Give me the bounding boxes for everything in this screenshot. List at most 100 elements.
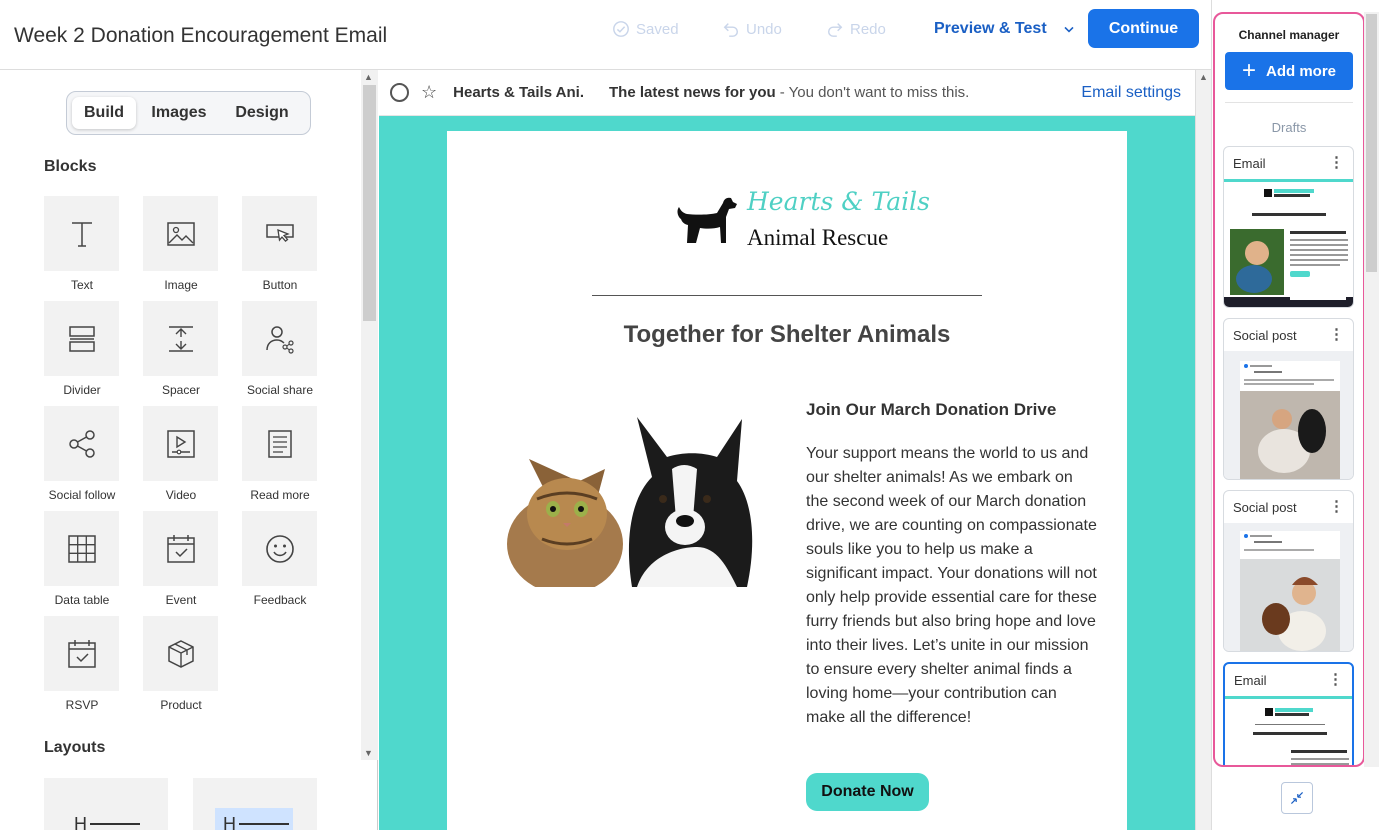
smiley-icon bbox=[265, 534, 294, 563]
block-feedback[interactable]: Feedback bbox=[242, 511, 317, 616]
block-video[interactable]: Video bbox=[143, 406, 218, 511]
spacer-icon bbox=[168, 325, 193, 352]
saved-label: Saved bbox=[636, 20, 679, 38]
email-body-text[interactable]: Your support means the world to us and o… bbox=[806, 442, 1098, 730]
add-more-button[interactable]: + Add more bbox=[1225, 52, 1353, 90]
block-event[interactable]: Event bbox=[143, 511, 218, 616]
block-label: Event bbox=[165, 593, 197, 607]
redo-label: Redo bbox=[850, 20, 886, 38]
more-options-icon[interactable]: ⋮ bbox=[1328, 670, 1343, 688]
block-label: Data table bbox=[54, 593, 110, 607]
select-circle-icon[interactable] bbox=[390, 83, 409, 102]
layouts-heading: Layouts bbox=[44, 739, 106, 756]
drafts-label: Drafts bbox=[1271, 120, 1307, 135]
block-label: Social follow bbox=[48, 488, 116, 502]
social-share-icon bbox=[265, 325, 294, 354]
block-label: Spacer bbox=[161, 383, 201, 397]
block-social-follow[interactable]: Social follow bbox=[44, 406, 119, 511]
draft-card-email[interactable]: Email ⋮ bbox=[1223, 146, 1354, 308]
inbox-preview-bar: ☆ Hearts & Tails Ani. The latest news fo… bbox=[379, 70, 1195, 116]
block-label: Read more bbox=[250, 488, 310, 502]
card-type-label: Social post bbox=[1233, 328, 1297, 343]
layout-line bbox=[90, 823, 140, 825]
card-type-label: Social post bbox=[1233, 500, 1297, 515]
center-scrollbar[interactable]: ▲ bbox=[1195, 70, 1211, 830]
email-thumbnail bbox=[1225, 696, 1352, 765]
logo-text: Animal Rescue bbox=[747, 225, 889, 250]
block-social-share[interactable]: Social share bbox=[242, 301, 317, 406]
draft-card-social-post[interactable]: Social post ⋮ bbox=[1223, 318, 1354, 480]
layout-item[interactable]: H bbox=[44, 778, 168, 830]
email-body-container[interactable]: Hearts & Tails Animal Rescue Together fo… bbox=[447, 131, 1127, 830]
social-thumbnail bbox=[1224, 523, 1353, 651]
scroll-up-arrow[interactable]: ▲ bbox=[364, 72, 373, 82]
scroll-up-arrow[interactable]: ▲ bbox=[1199, 72, 1208, 82]
block-text[interactable]: Text bbox=[44, 196, 119, 301]
top-bar: Week 2 Donation Encouragement Email Save… bbox=[0, 0, 1380, 70]
draft-card-email-selected[interactable]: Email ⋮ bbox=[1223, 662, 1354, 765]
layouts-list: H H bbox=[44, 778, 324, 830]
block-button[interactable]: Button bbox=[242, 196, 317, 301]
star-icon[interactable]: ☆ bbox=[421, 82, 437, 103]
cat-dog-image[interactable] bbox=[487, 399, 770, 587]
scrollbar-thumb[interactable] bbox=[363, 85, 376, 321]
channel-manager-title: Channel manager bbox=[1238, 28, 1340, 42]
email-headline[interactable]: Together for Shelter Animals bbox=[447, 321, 1127, 349]
check-circle-icon bbox=[613, 21, 629, 37]
more-options-icon[interactable]: ⋮ bbox=[1329, 497, 1344, 515]
donate-now-button[interactable]: Donate Now bbox=[806, 773, 929, 811]
page-title[interactable]: Week 2 Donation Encouragement Email bbox=[14, 24, 387, 48]
continue-button[interactable]: Continue bbox=[1088, 9, 1199, 48]
block-label: Text bbox=[70, 278, 93, 292]
collapse-button[interactable] bbox=[1281, 782, 1313, 814]
preview-test-dropdown[interactable]: Preview & Test bbox=[934, 18, 1077, 40]
card-type-label: Email bbox=[1233, 156, 1266, 171]
document-lines-icon bbox=[267, 429, 292, 458]
left-scrollbar[interactable]: ▲ ▼ bbox=[361, 70, 378, 760]
undo-icon bbox=[723, 23, 739, 37]
social-thumbnail bbox=[1224, 351, 1353, 479]
separator bbox=[1225, 102, 1353, 103]
layout-glyph: H bbox=[223, 814, 236, 830]
preview-label: Preview & Test bbox=[934, 20, 1047, 37]
tab-design[interactable]: Design bbox=[222, 97, 302, 129]
right-scrollbar[interactable] bbox=[1364, 12, 1379, 767]
block-data-table[interactable]: Data table bbox=[44, 511, 119, 616]
email-settings-link[interactable]: Email settings bbox=[1081, 84, 1181, 102]
grid-table-icon bbox=[67, 534, 96, 563]
scrollbar-thumb[interactable] bbox=[1366, 14, 1377, 272]
more-options-icon[interactable]: ⋮ bbox=[1329, 153, 1344, 171]
block-label: Divider bbox=[63, 383, 101, 397]
email-subheading[interactable]: Join Our March Donation Drive bbox=[806, 400, 1056, 420]
layout-glyph: H bbox=[74, 814, 87, 830]
logo[interactable]: Hearts & Tails Animal Rescue bbox=[675, 187, 930, 257]
undo-button[interactable]: Undo bbox=[722, 18, 782, 40]
email-canvas: ☆ Hearts & Tails Ani. The latest news fo… bbox=[379, 70, 1195, 830]
block-image[interactable]: Image bbox=[143, 196, 218, 301]
preheader-text: - You don't want to miss this. bbox=[779, 84, 970, 101]
block-rsvp[interactable]: RSVP bbox=[44, 616, 119, 721]
draft-card-social-post[interactable]: Social post ⋮ bbox=[1223, 490, 1354, 652]
divider-icon bbox=[68, 325, 95, 352]
collapse-arrows-icon bbox=[1290, 791, 1304, 805]
text-icon bbox=[71, 221, 92, 247]
block-label: Video bbox=[165, 488, 197, 502]
panel-tabs: Build Images Design bbox=[66, 91, 311, 135]
block-spacer[interactable]: Spacer bbox=[143, 301, 218, 406]
divider-line bbox=[592, 295, 982, 296]
calendar-check-icon bbox=[67, 639, 96, 668]
button-cursor-icon bbox=[265, 223, 294, 242]
box-icon bbox=[167, 639, 194, 668]
more-options-icon[interactable]: ⋮ bbox=[1329, 325, 1344, 343]
layout-item[interactable]: H bbox=[193, 778, 317, 830]
tab-build[interactable]: Build bbox=[72, 97, 136, 129]
share-nodes-icon bbox=[68, 429, 95, 458]
block-divider[interactable]: Divider bbox=[44, 301, 119, 406]
redo-button[interactable]: Redo bbox=[826, 18, 886, 40]
block-read-more[interactable]: Read more bbox=[242, 406, 317, 511]
block-product[interactable]: Product bbox=[143, 616, 218, 721]
scroll-down-arrow[interactable]: ▼ bbox=[364, 748, 373, 758]
redo-icon bbox=[827, 23, 843, 37]
channel-manager: Channel manager + Add more Drafts Email … bbox=[1213, 12, 1365, 767]
tab-images[interactable]: Images bbox=[136, 97, 222, 129]
